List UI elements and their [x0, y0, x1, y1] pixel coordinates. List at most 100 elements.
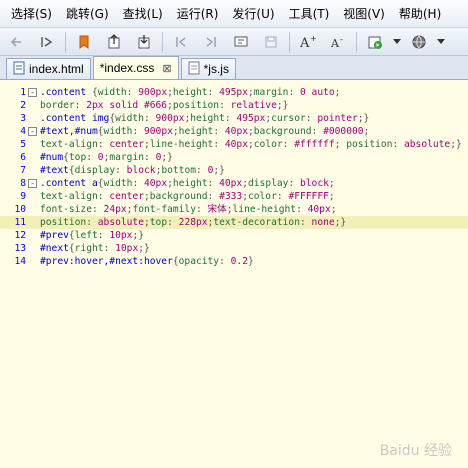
- tab-label: *index.css: [99, 61, 155, 75]
- code-token: margin: [109, 152, 144, 163]
- code-line[interactable]: 4- #text,#num{width: 900px;height: 40px;b…: [0, 125, 468, 138]
- code-text: text-align: center;line-height: 40px;col…: [40, 138, 462, 151]
- code-token: :: [167, 217, 179, 228]
- line-number: 11: [14, 217, 26, 228]
- code-token: top: [149, 217, 168, 228]
- font-decrease-icon[interactable]: A-: [327, 31, 349, 53]
- code-token: ;}: [357, 113, 370, 124]
- fold-toggle[interactable]: -: [28, 179, 37, 188]
- code-line[interactable]: 12 #prev{left: 10px;}: [0, 229, 468, 242]
- code-token: #text: [40, 165, 69, 176]
- code-token: :: [299, 217, 312, 228]
- menu-item[interactable]: 工具(T): [282, 5, 337, 22]
- code-line[interactable]: 14 #prev:hover,#next:hover{opacity: 0.2}: [0, 255, 468, 268]
- code-token: ;}: [132, 230, 145, 241]
- code-token: #prev:hover,#next:hover: [40, 256, 173, 267]
- code-token: 24px: [103, 204, 127, 215]
- code-token: font-family: [132, 204, 196, 215]
- tab-js[interactable]: *js.js: [180, 58, 236, 79]
- code-line[interactable]: 6 #num{top: 0;margin: 0;}: [0, 151, 468, 164]
- code-token: 宋体: [207, 204, 227, 215]
- code-token: width: [103, 126, 133, 137]
- close-icon[interactable]: ⊠: [162, 62, 171, 75]
- code-token: 40px: [219, 178, 243, 189]
- tab-index-css[interactable]: *index.css ⊠: [92, 56, 179, 79]
- code-text: #text,#num{width: 900px;height: 40px;bac…: [40, 125, 369, 138]
- code-token: #000000: [323, 126, 364, 137]
- code-editor[interactable]: 1- .content {width: 900px;height: 495px;m…: [0, 80, 468, 468]
- line-number: 4: [20, 126, 26, 137]
- menu-item[interactable]: 视图(V): [336, 5, 392, 22]
- dropdown-icon-2[interactable]: [436, 31, 446, 53]
- code-token: :: [296, 204, 308, 215]
- code-line[interactable]: 3 .content img{width: 900px;height: 495px…: [0, 112, 468, 125]
- code-token: ;}: [334, 217, 347, 228]
- code-token: :: [207, 191, 220, 202]
- font-increase-icon[interactable]: A +: [297, 31, 319, 53]
- code-token: font-size: [40, 204, 92, 215]
- line-number: 7: [20, 165, 26, 176]
- code-token: .content a: [40, 178, 98, 189]
- fold-toggle[interactable]: -: [28, 127, 37, 136]
- line-number: 6: [20, 152, 26, 163]
- code-line[interactable]: 10 font-size: 24px;font-family: 宋体;line-h…: [0, 203, 468, 216]
- menu-item[interactable]: 发行(U): [225, 5, 281, 22]
- dropdown-icon[interactable]: [392, 31, 402, 53]
- back-icon[interactable]: [6, 31, 28, 53]
- code-token: ;}: [276, 100, 289, 111]
- step-back-icon[interactable]: [170, 31, 192, 53]
- format-icon[interactable]: [230, 31, 252, 53]
- code-line[interactable]: 1- .content {width: 900px;height: 495px;m…: [0, 86, 468, 99]
- watermark: Baidu 经验: [379, 443, 452, 459]
- code-token: #333: [219, 191, 243, 202]
- code-line[interactable]: 8- .content a{width: 40px;height: 40px;di…: [0, 177, 468, 190]
- code-token: background: [253, 126, 312, 137]
- line-number: 14: [14, 256, 26, 267]
- menu-item[interactable]: 选择(S): [4, 5, 59, 22]
- menu-item[interactable]: 跳转(G): [59, 5, 116, 22]
- code-token: color: [247, 191, 277, 202]
- code-token: width: [115, 113, 144, 124]
- code-token: background: [149, 191, 208, 202]
- code-token: height: [172, 178, 208, 189]
- code-token: 900px: [138, 87, 168, 98]
- code-line[interactable]: 5 text-align: center;line-height: 40px;co…: [0, 138, 468, 151]
- code-token: :: [213, 126, 225, 137]
- code-line[interactable]: 13 #next{right: 10px;}: [0, 242, 468, 255]
- code-token: bottom: [161, 165, 196, 176]
- code-token: 900px: [155, 113, 185, 124]
- code-token: ;: [334, 87, 341, 98]
- run-icon[interactable]: [364, 31, 386, 53]
- code-token: 0 auto: [300, 87, 335, 98]
- step-forward-icon[interactable]: [200, 31, 222, 53]
- code-token: position: [172, 100, 220, 111]
- toolbar-divider: [162, 31, 163, 52]
- fold-toggle[interactable]: -: [28, 88, 37, 97]
- code-text: .content img{width: 900px;height: 495px;…: [40, 112, 369, 125]
- code-line[interactable]: 11 position: absolute;top: 228px;text-dec…: [0, 216, 468, 229]
- import-icon[interactable]: [133, 31, 155, 53]
- line-number: 9: [20, 191, 26, 202]
- code-line[interactable]: 7 #text{display: block;bottom: 0;}: [0, 164, 468, 177]
- code-token: ;: [330, 204, 337, 215]
- toolbar: A + A-: [0, 28, 468, 56]
- tab-index-html[interactable]: index.html: [6, 58, 91, 79]
- menu-item[interactable]: 帮助(H): [392, 5, 448, 22]
- code-line[interactable]: 2 border: 2px solid #666;position: relati…: [0, 99, 468, 112]
- menu-item[interactable]: 运行(R): [170, 5, 226, 22]
- menu-item[interactable]: 查找(L): [116, 5, 170, 22]
- globe-icon[interactable]: [408, 31, 430, 53]
- code-token: ;}: [161, 152, 173, 163]
- forward-icon[interactable]: [36, 31, 58, 53]
- line-number: 1: [20, 87, 26, 98]
- bookmark-icon[interactable]: [73, 31, 95, 53]
- code-token: 495px: [236, 113, 266, 124]
- code-token: :: [97, 230, 110, 241]
- code-text: .content a{width: 40px;height: 40px;disp…: [40, 177, 335, 190]
- code-line[interactable]: 9 text-align: center;background: #333;col…: [0, 190, 468, 203]
- save-icon[interactable]: [260, 31, 282, 53]
- code-token: :: [305, 113, 318, 124]
- code-token: 900px: [144, 126, 173, 137]
- line-number: 12: [14, 230, 26, 241]
- export-icon[interactable]: [103, 31, 125, 53]
